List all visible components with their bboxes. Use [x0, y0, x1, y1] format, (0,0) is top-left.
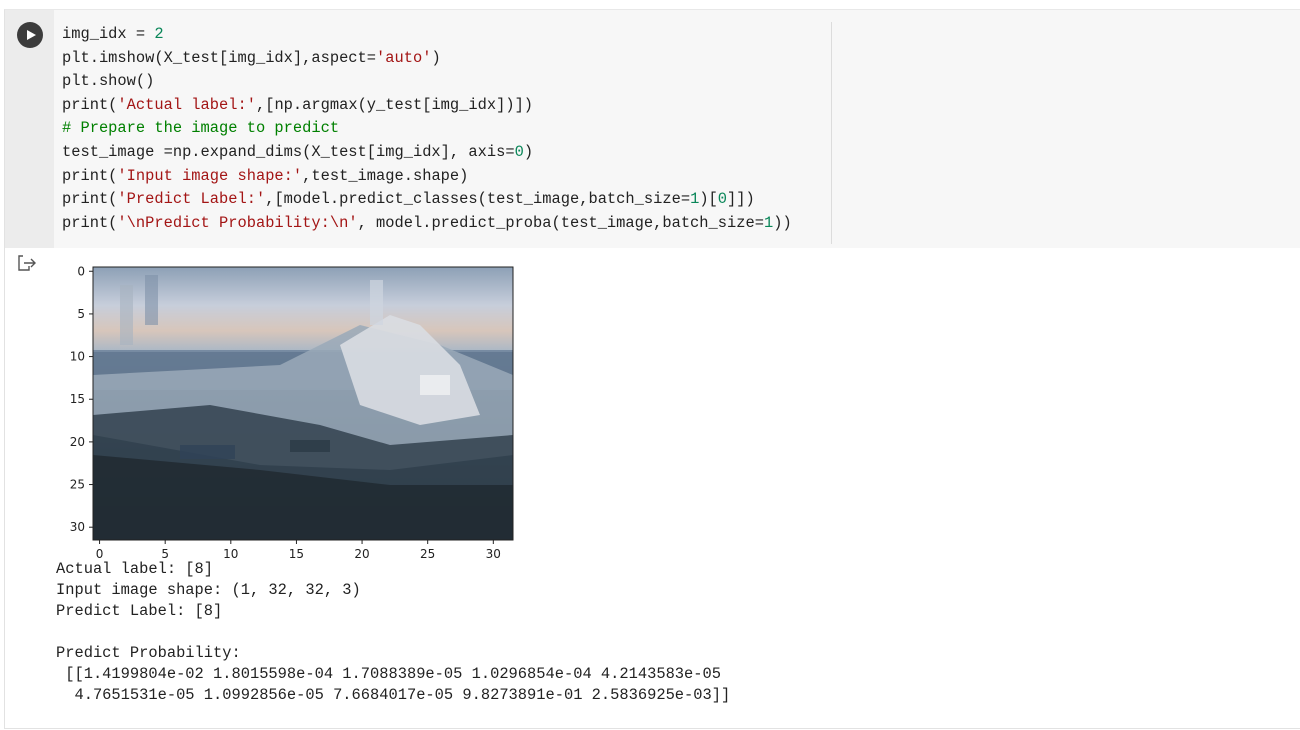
code-token: print( — [62, 166, 118, 185]
y-tick-label: 15 — [70, 392, 85, 406]
output-line: Predict Probability: — [56, 644, 241, 662]
y-axis: 0 5 10 15 20 25 30 — [70, 264, 93, 534]
run-cell-button[interactable] — [17, 22, 43, 48]
code-token: plt.imshow(X_test[img_idx],aspect= — [62, 48, 377, 67]
code-token: ,[np.argmax(y_test[img_idx])]) — [255, 95, 534, 114]
y-tick-label: 30 — [70, 520, 85, 534]
code-line[interactable]: print('Actual label:',[np.argmax(y_test[… — [62, 94, 792, 118]
code-token: 0 — [717, 190, 728, 209]
ship-image — [93, 267, 513, 540]
code-line[interactable]: img_idx = 2 — [62, 23, 792, 47]
code-line[interactable]: plt.imshow(X_test[img_idx],aspect='auto'… — [62, 47, 792, 71]
code-token: 1 — [763, 213, 774, 232]
code-token: , model.predict_proba(test_image,batch_s… — [357, 213, 764, 232]
code-line[interactable]: print('Predict Label:',[model.predict_cl… — [62, 188, 792, 212]
code-token: print( — [62, 95, 118, 114]
image-plot: 0 5 10 15 20 25 30 0 5 10 15 20 25 30 — [60, 255, 530, 565]
y-tick-label: 25 — [70, 478, 85, 492]
output-line: [[1.4199804e-02 1.8015598e-04 1.7088389e… — [56, 665, 721, 683]
code-token: test_image =np.expand_dims(X_test[img_id… — [62, 142, 515, 161]
code-line[interactable]: # Prepare the image to predict — [62, 117, 792, 141]
code-token: print( — [62, 190, 118, 209]
code-editor[interactable]: img_idx = 2 plt.imshow(X_test[img_idx],as… — [54, 10, 1300, 248]
code-token: '\nPredict Probability:\n' — [117, 213, 358, 232]
code-token: 2 — [154, 25, 164, 43]
cell-output: Actual label: [8] Input image shape: (1, … — [56, 559, 730, 706]
code-token: # Prepare the image to predict — [62, 119, 340, 138]
output-line: 4.7651531e-05 1.0992856e-05 7.6684017e-0… — [56, 686, 731, 704]
output-line: Predict Label: [8] — [56, 602, 223, 620]
code-token: img_idx = — [62, 25, 155, 43]
line-length-ruler — [831, 22, 832, 244]
x-axis: 0 5 10 15 20 25 30 — [96, 540, 501, 561]
code-token: 'auto' — [376, 48, 432, 67]
cell-gutter — [5, 10, 54, 248]
code-token: 'Input image shape:' — [117, 166, 303, 185]
code-token: ) — [523, 142, 534, 161]
code-token: 1 — [690, 190, 700, 209]
code-line[interactable]: plt.show() — [62, 70, 792, 94]
y-tick-label: 10 — [70, 350, 85, 364]
y-tick-label: 20 — [70, 435, 85, 449]
code-token: 'Predict Label:' — [117, 190, 266, 209]
code-token: ,test_image.shape) — [302, 166, 469, 185]
code-token: ) — [431, 48, 441, 67]
code-token: plt.show() — [62, 72, 155, 91]
code-line[interactable]: test_image =np.expand_dims(X_test[img_id… — [62, 141, 792, 165]
code-token: ]]) — [727, 190, 755, 209]
output-icon[interactable] — [17, 254, 37, 272]
y-tick-label: 5 — [77, 307, 85, 321]
code-token: )[ — [699, 190, 718, 209]
code-text[interactable]: img_idx = 2 plt.imshow(X_test[img_idx],as… — [62, 23, 792, 235]
code-token: 0 — [514, 142, 524, 161]
code-line[interactable]: print('\nPredict Probability:\n', model.… — [62, 212, 792, 236]
output-line: Input image shape: (1, 32, 32, 3) — [56, 581, 361, 599]
code-token: print( — [62, 213, 118, 232]
code-token: 'Actual label:' — [117, 95, 256, 114]
y-tick-label: 0 — [77, 264, 85, 278]
output-line: Actual label: [8] — [56, 560, 214, 578]
code-line[interactable]: print('Input image shape:',test_image.sh… — [62, 165, 792, 189]
code-token: )) — [773, 213, 792, 232]
code-token: ,[model.predict_classes(test_image,batch… — [265, 190, 691, 209]
